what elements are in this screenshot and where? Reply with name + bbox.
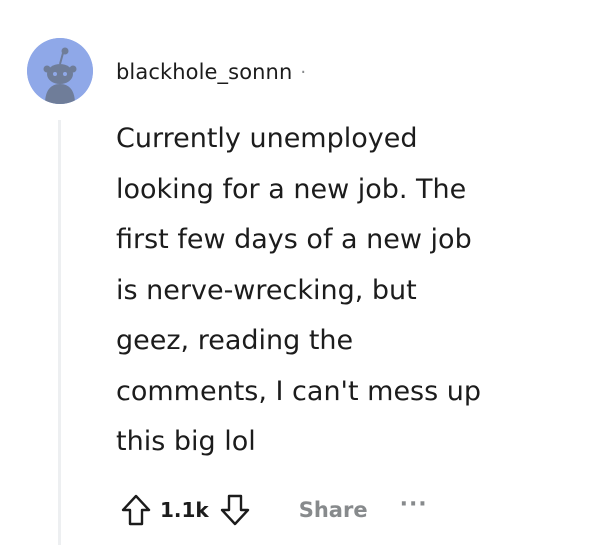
comment-text: Currently unemployed looking for a new j… (116, 123, 482, 457)
username-link[interactable]: blackhole_sonnn (116, 60, 292, 84)
meta-separator: · (300, 61, 307, 83)
snoo-avatar-icon[interactable] (27, 38, 93, 104)
thread-line[interactable] (58, 120, 61, 545)
comment-body: Currently unemployed looking for a new j… (116, 114, 556, 468)
comment-actions: 1.1k Share ··· (118, 488, 428, 532)
downvote-button[interactable] (217, 490, 253, 530)
share-button[interactable]: Share (299, 498, 368, 522)
more-options-icon[interactable]: ··· (400, 492, 428, 517)
comment-card: blackhole_sonnn · Currently unemployed l… (0, 0, 599, 545)
vote-score: 1.1k (160, 498, 209, 522)
comment-header: blackhole_sonnn · (116, 54, 306, 90)
downvote-arrow-icon (220, 494, 249, 526)
upvote-arrow-icon (121, 494, 151, 526)
upvote-button[interactable] (118, 490, 154, 530)
